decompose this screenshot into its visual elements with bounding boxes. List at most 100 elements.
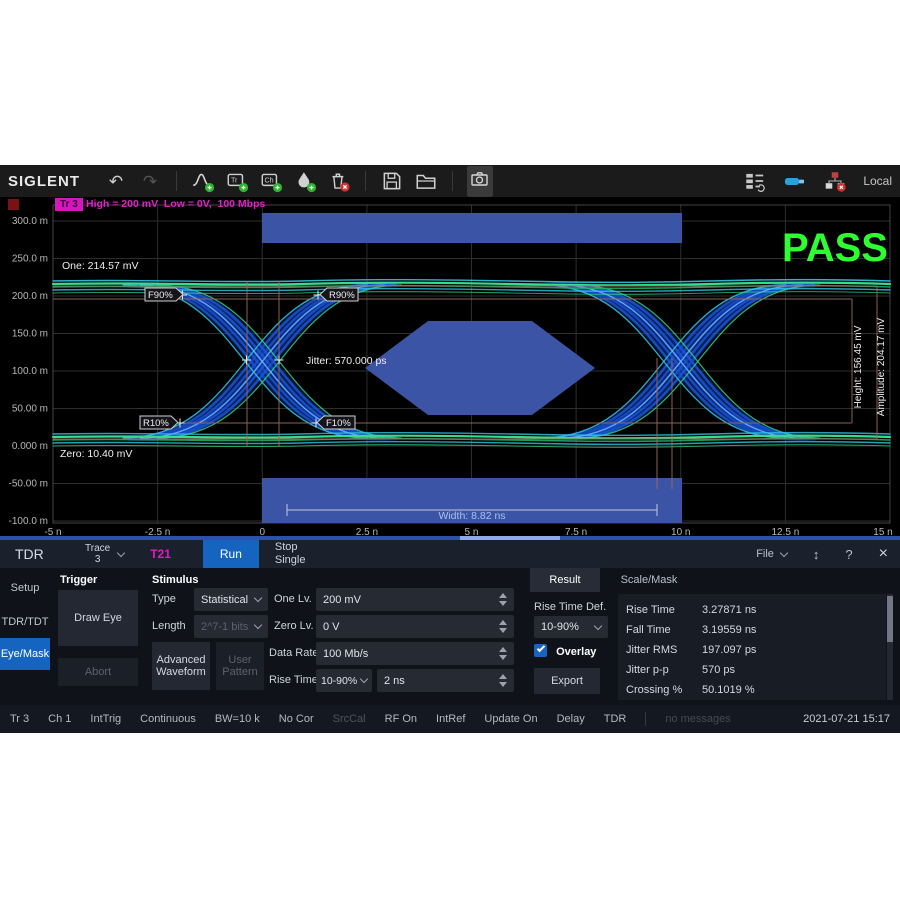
plot-scrollbar[interactable] [0, 536, 900, 540]
y-tick-label: 100.0 m [12, 366, 48, 377]
chevron-down-icon [254, 594, 262, 602]
spinner-arrows[interactable] [499, 620, 507, 633]
sidebar-item-tdr-tdt[interactable]: TDR/TDT [0, 610, 50, 634]
display-config-icon[interactable] [743, 169, 767, 193]
result-scrollbar-thumb[interactable] [887, 596, 893, 642]
close-panel-icon[interactable]: × [879, 545, 888, 563]
open-icon[interactable] [414, 169, 438, 193]
result-row: Jitter p-p 570 ps [618, 660, 886, 680]
toolbar-separator [452, 171, 453, 191]
result-scrollbar[interactable] [887, 594, 893, 700]
lan-icon[interactable] [823, 169, 847, 193]
zero-level-input[interactable]: 0 V [316, 615, 514, 638]
tab-scale-mask[interactable]: Scale/Mask [604, 568, 694, 592]
trace-color-box [8, 199, 19, 210]
status-datetime: 2021-07-21 15:17 [803, 713, 890, 725]
r90-flag: R90% [320, 288, 358, 301]
data-rate-input[interactable]: 100 Mb/s [316, 642, 514, 665]
add-trace-icon[interactable]: Tr [225, 169, 249, 193]
tdr-panel-title: TDR [15, 546, 61, 562]
mask-top-bar [262, 213, 682, 243]
rise-time-input[interactable]: 2 ns [377, 669, 514, 692]
delete-icon[interactable] [327, 169, 351, 193]
advanced-waveform-button[interactable]: Advanced Waveform [152, 642, 210, 690]
camera-icon [469, 168, 491, 190]
amplitude-label: Amplitude: 204.17 mV [876, 317, 887, 416]
spinner-arrows[interactable] [499, 674, 507, 687]
export-button[interactable]: Export [534, 668, 600, 694]
rise-time-def-dropdown[interactable]: 10-90% [316, 669, 372, 692]
usb-icon [783, 169, 807, 193]
overlay-checkbox-row[interactable]: Overlay [534, 644, 596, 658]
spinner-arrows[interactable] [499, 593, 507, 606]
add-marker-icon[interactable] [293, 169, 317, 193]
status-correction: No Cor [279, 713, 314, 725]
trace-select-dropdown[interactable]: Trace 3 [85, 543, 124, 565]
stop-single-button[interactable]: Stop Single [275, 541, 306, 567]
save-icon[interactable] [380, 169, 404, 193]
y-tick-label: 300.0 m [12, 216, 48, 227]
eye-diagram-plot: Tr 3 High = 200 mV Low = 0V, 100 Mbps [0, 197, 900, 540]
status-srccal: SrcCal [333, 713, 366, 725]
sidebar-item-setup[interactable]: Setup [0, 576, 50, 600]
sidebar-item-eye-mask[interactable]: Eye/Mask [0, 638, 50, 670]
undo-icon[interactable]: ↶ [104, 169, 128, 193]
draw-eye-button[interactable]: Draw Eye [58, 590, 138, 646]
jitter-label: Jitter: 570.000 ps [306, 355, 387, 367]
status-update: Update On [484, 713, 537, 725]
y-tick-label: -100.0 m [9, 516, 48, 527]
width-label: Width: 8.82 ns [438, 510, 505, 522]
eye-diagram-canvas[interactable]: 300.0 m 250.0 m 200.0 m 150.0 m 100.0 m … [0, 197, 900, 540]
abort-button[interactable]: Abort [58, 658, 138, 686]
plot-scrollbar-thumb[interactable] [460, 536, 560, 540]
mask-hexagon [365, 321, 595, 415]
trigger-title: Trigger [60, 574, 97, 586]
brand-logo: SIGLENT [8, 173, 80, 190]
one-level-label: One: 214.57 mV [62, 260, 138, 272]
tab-result[interactable]: Result [530, 568, 600, 592]
result-rise-def-dropdown[interactable]: 10-90% [534, 616, 608, 638]
chevron-down-icon [254, 621, 262, 629]
trace-select-label: Trace [85, 543, 110, 554]
trace-id-button[interactable]: T21 [150, 547, 171, 561]
y-tick-label: 0.000 m [12, 441, 48, 452]
f90-flag: F90% [145, 288, 183, 301]
type-label: Type [152, 588, 176, 611]
add-waveform-icon[interactable] [191, 169, 215, 193]
trace-stimulus-summary: High = 200 mV Low = 0V, 100 Mbps [86, 198, 265, 211]
file-menu[interactable]: File [756, 548, 787, 560]
local-button[interactable]: Local [863, 174, 892, 188]
status-message: no messages [665, 713, 730, 725]
svg-text:R10%: R10% [143, 418, 169, 429]
screenshot-button[interactable] [467, 166, 493, 197]
overlay-checkbox[interactable] [534, 644, 547, 657]
status-ref: IntRef [436, 713, 465, 725]
status-mode: TDR [604, 713, 627, 725]
run-button[interactable]: Run [203, 540, 259, 568]
status-rf: RF On [385, 713, 417, 725]
stimulus-title: Stimulus [152, 574, 198, 586]
result-row: Crossing % 50.1019 % [618, 680, 886, 700]
user-pattern-button[interactable]: User Pattern [216, 642, 264, 690]
toolbar-separator [176, 171, 177, 191]
add-channel-icon[interactable]: Ch [259, 169, 283, 193]
panel-header-controls: File ↕ ? × [756, 545, 888, 563]
stimulus-group: Stimulus Type Statistical One Lv. 200 mV… [148, 568, 525, 705]
help-icon[interactable]: ? [845, 547, 852, 562]
one-level-field-label: One Lv. [274, 588, 312, 611]
stop-label: Stop [275, 541, 306, 554]
rise-time-label: Rise Time [269, 669, 318, 692]
trigger-group: Trigger Draw Eye Abort [56, 568, 144, 705]
svg-text:Ch: Ch [264, 177, 273, 185]
pass-status: PASS [782, 226, 888, 270]
page: SIGLENT ↶ ↷ Tr Ch [0, 0, 900, 900]
expand-panel-icon[interactable]: ↕ [813, 547, 820, 562]
spinner-arrows[interactable] [499, 647, 507, 660]
type-dropdown[interactable]: Statistical [194, 588, 268, 611]
tdr-panel-header: TDR Trace 3 T21 Run Stop Single File ↕ [0, 540, 900, 568]
length-dropdown[interactable]: 2^7-1 bits [194, 615, 268, 638]
zero-level-field-label: Zero Lv. [274, 615, 314, 638]
trace-badge[interactable]: Tr 3 [55, 198, 83, 211]
one-level-input[interactable]: 200 mV [316, 588, 514, 611]
redo-icon[interactable]: ↷ [138, 169, 162, 193]
